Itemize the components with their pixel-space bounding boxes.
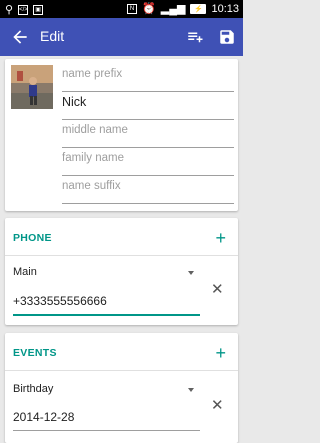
status-right-icons: N ⏰ ▂▄▆ ⚡ 10:13: [127, 2, 239, 15]
events-section-title: EVENTS: [13, 347, 57, 359]
code-icon: </>: [18, 4, 29, 15]
chevron-down-icon: [188, 388, 194, 392]
add-event-plus-icon[interactable]: +: [215, 344, 226, 362]
nfc-icon: N: [127, 3, 138, 14]
playlist-add-icon[interactable]: [186, 28, 204, 46]
status-time: 10:13: [211, 2, 239, 15]
battery-icon: ⚡: [190, 3, 207, 14]
middle-name-field[interactable]: middle name: [62, 121, 234, 148]
contact-photo[interactable]: [11, 65, 53, 109]
alarm-icon: ⏰: [142, 3, 156, 15]
app-toolbar: Edit: [0, 18, 243, 56]
usb-icon: ⚲: [5, 4, 14, 16]
name-card: name prefix Nick middle name family name…: [5, 59, 238, 211]
phone-type-select[interactable]: Main: [13, 266, 198, 284]
phone-type-label: Main: [13, 266, 37, 278]
status-left-icons: ⚲ </> ▣: [5, 3, 44, 16]
event-date-field[interactable]: 2014-12-28: [13, 410, 200, 431]
first-name-field[interactable]: Nick: [62, 93, 234, 120]
back-arrow-icon[interactable]: [10, 27, 30, 47]
event-type-label: Birthday: [13, 383, 54, 395]
signal-icon: ▂▄▆: [160, 3, 186, 15]
chevron-down-icon: [188, 271, 194, 275]
toolbar-title: Edit: [40, 28, 65, 44]
save-icon[interactable]: [218, 28, 236, 46]
divider: [5, 255, 238, 256]
phone-section-title: PHONE: [13, 232, 52, 244]
phone-card: PHONE + Main +3333555556666 ✕: [5, 218, 238, 325]
phone-number-field[interactable]: +3333555556666: [13, 294, 200, 316]
events-card: EVENTS + Birthday 2014-12-28 ✕: [5, 333, 238, 443]
name-suffix-field[interactable]: name suffix: [62, 177, 234, 204]
add-phone-plus-icon[interactable]: +: [215, 229, 226, 247]
family-name-field[interactable]: family name: [62, 149, 234, 176]
name-prefix-field[interactable]: name prefix: [62, 65, 234, 92]
event-type-select[interactable]: Birthday: [13, 383, 198, 401]
image-icon: ▣: [33, 4, 44, 15]
divider: [5, 370, 238, 371]
remove-phone-close-icon[interactable]: ✕: [211, 280, 224, 298]
status-bar: ⚲ </> ▣ N ⏰ ▂▄▆ ⚡ 10:13: [0, 0, 243, 18]
remove-event-close-icon[interactable]: ✕: [211, 396, 224, 414]
